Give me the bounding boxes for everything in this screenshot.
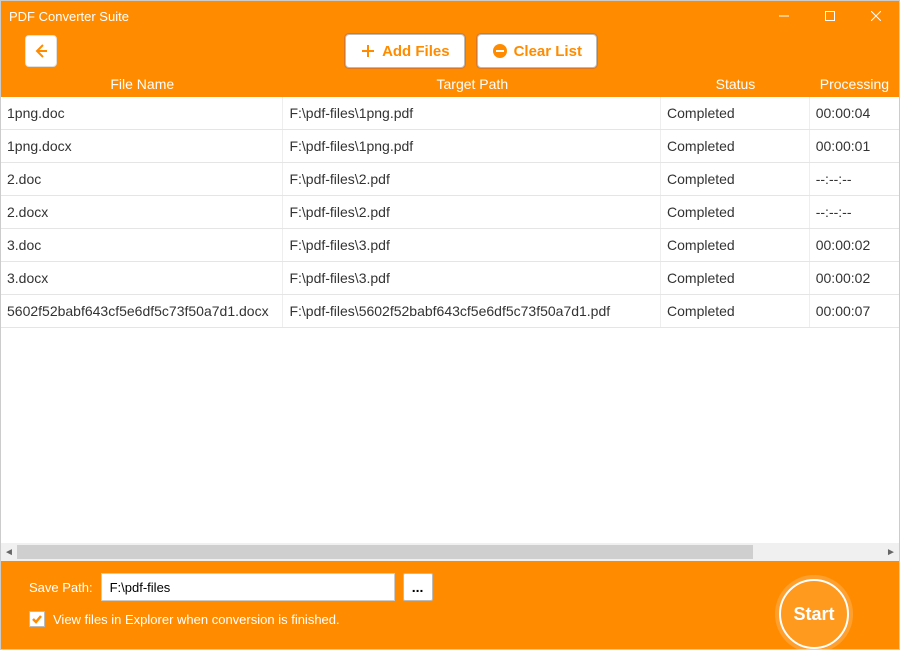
view-in-explorer-checkbox[interactable] (29, 611, 45, 627)
scroll-right-arrow[interactable]: ► (883, 544, 899, 560)
table-row[interactable]: 3.docF:\pdf-files\3.pdfCompleted00:00:02 (1, 229, 899, 262)
scroll-thumb[interactable] (17, 545, 753, 559)
add-files-button[interactable]: Add Files (345, 34, 465, 68)
cell-name: 3.doc (1, 229, 283, 261)
table-row[interactable]: 5602f52babf643cf5e6df5c73f50a7d1.docxF:\… (1, 295, 899, 328)
back-button[interactable] (25, 35, 57, 67)
cell-path: F:\pdf-files\3.pdf (283, 229, 661, 261)
view-in-explorer-label: View files in Explorer when conversion i… (53, 612, 340, 627)
cell-time: 00:00:02 (810, 229, 899, 261)
scroll-left-arrow[interactable]: ◄ (1, 544, 17, 560)
cell-status: Completed (661, 262, 810, 294)
cell-name: 1png.docx (1, 130, 283, 162)
cell-status: Completed (661, 130, 810, 162)
plus-icon (360, 43, 376, 59)
cell-time: 00:00:01 (810, 130, 899, 162)
save-path-label: Save Path: (29, 580, 93, 595)
horizontal-scrollbar[interactable]: ◄ ► (1, 543, 899, 561)
table-row[interactable]: 2.docF:\pdf-files\2.pdfCompleted--:--:-- (1, 163, 899, 196)
cell-time: --:--:-- (810, 196, 899, 228)
cell-path: F:\pdf-files\3.pdf (283, 262, 661, 294)
col-header-name[interactable]: File Name (1, 76, 283, 92)
cell-name: 5602f52babf643cf5e6df5c73f50a7d1.docx (1, 295, 283, 327)
maximize-button[interactable] (807, 1, 853, 31)
window-title: PDF Converter Suite (9, 9, 761, 24)
col-header-time[interactable]: Processing (810, 76, 899, 92)
cell-path: F:\pdf-files\2.pdf (283, 163, 661, 195)
cell-status: Completed (661, 97, 810, 129)
cell-status: Completed (661, 295, 810, 327)
cell-time: 00:00:02 (810, 262, 899, 294)
table-row[interactable]: 3.docxF:\pdf-files\3.pdfCompleted00:00:0… (1, 262, 899, 295)
cell-path: F:\pdf-files\2.pdf (283, 196, 661, 228)
table-header: File Name Target Path Status Processing (1, 71, 899, 97)
cell-time: 00:00:07 (810, 295, 899, 327)
save-path-input[interactable] (101, 573, 395, 601)
cell-status: Completed (661, 196, 810, 228)
start-label: Start (793, 604, 834, 625)
add-files-label: Add Files (382, 43, 450, 60)
start-button[interactable]: Start (779, 579, 849, 649)
cell-name: 1png.doc (1, 97, 283, 129)
browse-button[interactable]: ... (403, 573, 433, 601)
table-row[interactable]: 1png.docF:\pdf-files\1png.pdfCompleted00… (1, 97, 899, 130)
clear-list-label: Clear List (514, 43, 582, 60)
cell-name: 3.docx (1, 262, 283, 294)
col-header-path[interactable]: Target Path (283, 76, 661, 92)
cell-name: 2.doc (1, 163, 283, 195)
close-button[interactable] (853, 1, 899, 31)
titlebar: PDF Converter Suite (1, 1, 899, 31)
check-icon (31, 613, 43, 625)
cell-time: --:--:-- (810, 163, 899, 195)
cell-time: 00:00:04 (810, 97, 899, 129)
clear-list-button[interactable]: Clear List (477, 34, 597, 68)
table-row[interactable]: 1png.docxF:\pdf-files\1png.pdfCompleted0… (1, 130, 899, 163)
col-header-status[interactable]: Status (661, 76, 810, 92)
cell-status: Completed (661, 163, 810, 195)
table-row[interactable]: 2.docxF:\pdf-files\2.pdfCompleted--:--:-… (1, 196, 899, 229)
cell-path: F:\pdf-files\5602f52babf643cf5e6df5c73f5… (283, 295, 661, 327)
cell-status: Completed (661, 229, 810, 261)
cell-path: F:\pdf-files\1png.pdf (283, 97, 661, 129)
cell-path: F:\pdf-files\1png.pdf (283, 130, 661, 162)
minimize-button[interactable] (761, 1, 807, 31)
minus-circle-icon (492, 43, 508, 59)
cell-name: 2.docx (1, 196, 283, 228)
